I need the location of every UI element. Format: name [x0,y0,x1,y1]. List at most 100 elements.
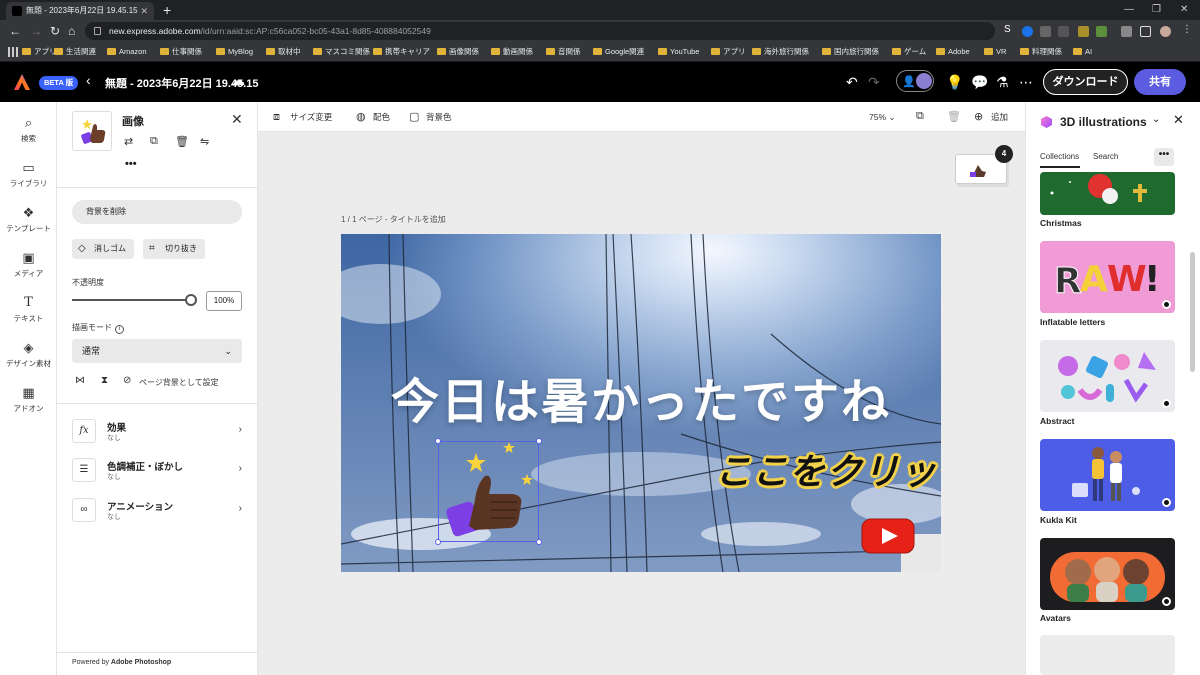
resize-handle[interactable] [435,438,441,444]
close-icon[interactable]: ✕ [231,111,243,128]
duplicate-icon[interactable]: ⧉ [150,135,158,148]
bookmark-item[interactable]: マスコミ関係 [313,42,370,62]
opacity-slider-track[interactable] [72,299,192,301]
maximize-icon[interactable]: ❐ [1152,0,1161,20]
more-options-button[interactable]: ••• [1154,148,1174,166]
pages-icon[interactable]: ⧉ [916,110,924,123]
bookmark-item[interactable]: ゲーム [892,42,926,62]
collection-card-avatars[interactable] [1040,538,1175,610]
zoom-select[interactable]: 75% ⌄ [869,102,896,132]
sidebar-toggle-icon[interactable] [1140,26,1151,37]
extension-icon[interactable] [1078,26,1089,37]
more-icon[interactable]: ⋯ [1019,73,1033,91]
extension-icon[interactable] [1040,26,1051,37]
bookmark-item[interactable]: Amazon [107,42,147,62]
replace-icon[interactable]: ⇄ [124,135,133,148]
bookmark-item[interactable]: 音関係 [546,42,581,62]
design-canvas[interactable]: 今日は暑かったですね ここをクリック→ [341,234,941,572]
rail-item-library[interactable]: ▭ ライブラリ [0,160,57,189]
bookmark-item[interactable]: YouTube [658,42,699,62]
collection-card-inflatable-letters[interactable]: R A W ! [1040,241,1175,313]
animation-row[interactable]: ∞ アニメーション なし › [72,498,242,524]
bookmark-item[interactable]: Adobe [936,42,970,62]
rail-item-text[interactable]: T テキスト [0,295,57,324]
flip-vertical-icon[interactable]: ⧗ [101,375,108,386]
blend-mode-select[interactable]: 通常 ⌄ [72,339,242,363]
set-page-background-button[interactable]: ページ背景として設定 [139,377,219,388]
color-button[interactable]: ◍ 配色 [356,102,390,132]
close-window-icon[interactable]: ✕ [1180,0,1188,20]
selected-image-element[interactable] [438,441,539,542]
resize-handle[interactable] [536,438,542,444]
remove-background-button[interactable]: 背景を削除 [72,200,242,224]
lightbulb-icon[interactable]: 💡 [946,73,963,91]
profile-avatar[interactable] [1160,26,1171,37]
adjustments-row[interactable]: ☰ 色調補正・ぼかし なし › [72,458,242,484]
effects-row[interactable]: fx 効果 なし › [72,419,242,445]
undo-icon[interactable]: ↶ [846,73,858,91]
menu-kebab-icon[interactable]: ⋮ [1182,24,1193,35]
beta-badge[interactable]: BETA 版 [39,76,79,90]
redo-icon[interactable]: ↷ [868,73,880,91]
panel-scrollbar[interactable] [1190,252,1195,372]
bookmark-item[interactable]: アプリ [711,42,746,62]
collection-card-next[interactable] [1040,635,1175,675]
home-icon[interactable]: ⌂ [68,23,75,39]
flip-horizontal-icon[interactable]: ⋈ [75,375,85,386]
page-title-label[interactable]: 1 / 1 ページ - タイトルを追加 [341,214,446,225]
bookmark-item[interactable]: 国内旅行関係 [822,42,879,62]
bookmark-item[interactable]: 動画関係 [491,42,533,62]
rail-item-addons[interactable]: ▦ アドオン [0,385,57,414]
background-color-button[interactable]: ▢ 背景色 [409,102,452,132]
bookmark-item[interactable]: 携帯キャリア [373,42,430,62]
browser-tab[interactable]: 無題 - 2023年6月22日 19.45.15 ✕ [6,2,154,20]
info-icon[interactable]: i [115,325,124,334]
new-tab-button[interactable]: + [163,0,171,20]
back-icon[interactable]: ← [9,23,21,39]
opacity-value-field[interactable]: 100% [206,291,242,311]
resize-button[interactable]: ⧈ サイズ変更 [273,102,332,132]
close-icon[interactable]: ✕ [1173,112,1184,128]
tab-collections[interactable]: Collections [1040,152,1079,161]
set-page-background-icon[interactable]: ⊘ [123,375,131,386]
minimize-icon[interactable]: — [1124,0,1134,20]
bookmark-item[interactable]: 生活関連 [54,42,96,62]
extension-icon[interactable] [1058,26,1069,37]
resize-handle[interactable] [435,539,441,545]
bookmark-item[interactable]: MyBlog [216,42,253,62]
rail-item-media[interactable]: ▣ メディア [0,250,57,279]
resize-handle[interactable] [536,539,542,545]
opacity-slider-handle[interactable] [185,294,197,306]
share-button[interactable]: 共有 [1134,69,1186,95]
trash-icon[interactable]: 🗑 [947,110,961,123]
comment-icon[interactable]: 💬 [971,73,988,91]
url-field[interactable]: new.express.adobe.com/id/urn:aaid:sc:AP:… [85,22,995,40]
flip-icon[interactable]: ⇋ [200,135,209,148]
bookmark-item[interactable]: 料理関係 [1020,42,1062,62]
crop-button[interactable]: ⌗ 切り抜き [143,239,205,259]
collection-card-kukla-kit[interactable] [1040,439,1175,511]
eraser-button[interactable]: ◇ 消しゴム [72,239,134,259]
rail-item-search[interactable]: ⌕ 検索 [0,115,57,144]
apps-grid-icon[interactable] [8,47,18,57]
add-page-button[interactable]: ⊕ 追加 [974,102,1008,132]
close-tab-icon[interactable]: ✕ [140,2,148,20]
bookmark-item[interactable]: アプリ [22,42,57,62]
collection-card-abstract[interactable] [1040,340,1175,412]
forward-icon[interactable]: → [30,23,42,39]
extension-s-icon[interactable]: S [1004,24,1015,35]
puzzle-icon[interactable] [1121,26,1132,37]
bookmark-item[interactable]: 取材中 [266,42,301,62]
extension-icon[interactable] [1096,26,1107,37]
collection-card-christmas[interactable] [1040,172,1175,215]
headline-text[interactable]: 今日は暑かったですね [341,362,941,432]
bookmark-item[interactable]: 海外旅行関係 [752,42,809,62]
reload-icon[interactable]: ↻ [50,23,60,39]
tab-search[interactable]: Search [1093,152,1118,161]
back-chevron-icon[interactable]: ‹ [86,72,91,88]
collaborators-button[interactable]: 👤 [896,70,934,92]
rail-item-design-assets[interactable]: ◈ デザイン素材 [0,340,57,369]
delete-icon[interactable]: 🗑 [175,135,189,148]
bookmark-item[interactable]: AI [1073,42,1092,62]
adobe-express-logo-icon[interactable] [13,73,31,91]
